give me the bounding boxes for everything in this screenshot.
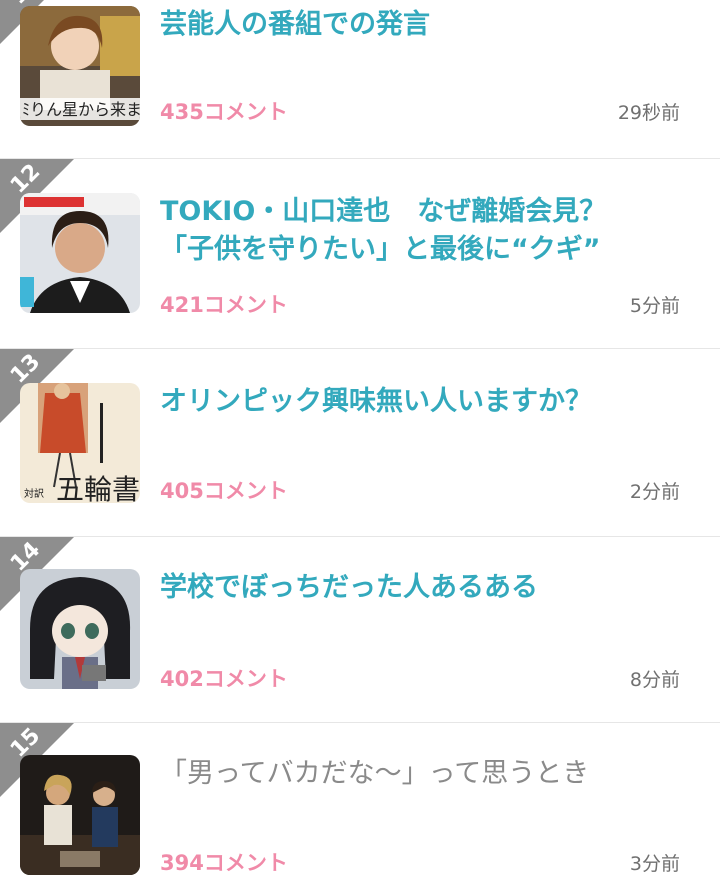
thumbnail[interactable]: 五輪書 対訳: [20, 383, 140, 503]
comment-count: 394コメント: [160, 851, 288, 875]
topic-title[interactable]: 学校でぼっちだった人あるある: [160, 569, 680, 607]
comment-count: 435コメント: [160, 100, 288, 124]
comment-count: 402コメント: [160, 667, 288, 691]
comment-count: 405コメント: [160, 479, 288, 503]
svg-text:対訳: 対訳: [24, 487, 44, 500]
timestamp: 5分前: [629, 295, 680, 317]
svg-text:ﾐりん星から来ました: ﾐりん星から来ました: [22, 100, 140, 119]
topic-title[interactable]: TOKIO・山口達也 なぜ離婚会見？ 「子供を守りたい」と最後に“クギ”: [160, 193, 680, 269]
list-item[interactable]: 11 ﾐりん星から来ました 芸能人の番組での発言 435コメント 29秒前: [0, 0, 720, 154]
svg-text:五輪書: 五輪書: [56, 473, 140, 503]
comment-count: 421コメント: [160, 293, 288, 317]
list-item[interactable]: 15 「男ってバカだな～」って思うとき 394コメント 3分前: [0, 722, 720, 877]
thumbnail[interactable]: [20, 193, 140, 313]
thumbnail[interactable]: [20, 569, 140, 689]
list-item[interactable]: 14 学校でぼっちだった人あるある 402コメント 8分前: [0, 536, 720, 722]
topic-ranking-list: 11 ﾐりん星から来ました 芸能人の番組での発言 435コメント 29秒前 12: [0, 0, 720, 877]
timestamp: 3分前: [629, 853, 680, 875]
thumbnail[interactable]: ﾐりん星から来ました: [20, 6, 140, 126]
timestamp: 8分前: [629, 669, 680, 691]
timestamp: 2分前: [629, 481, 680, 503]
topic-title[interactable]: オリンピック興味無い人いますか？: [160, 383, 680, 421]
thumbnail[interactable]: [20, 755, 140, 875]
topic-title[interactable]: 「男ってバカだな～」って思うとき: [160, 755, 680, 793]
list-item[interactable]: 13 五輪書 対訳 オリンピック興味無い人いますか？ 405コメント 2分前: [0, 348, 720, 536]
list-item[interactable]: 12 TOKIO・山口達也 なぜ離婚会見？ 「子供を守りたい」と最後に“クギ” …: [0, 158, 720, 348]
timestamp: 29秒前: [617, 102, 680, 124]
topic-title[interactable]: 芸能人の番組での発言: [160, 6, 680, 44]
